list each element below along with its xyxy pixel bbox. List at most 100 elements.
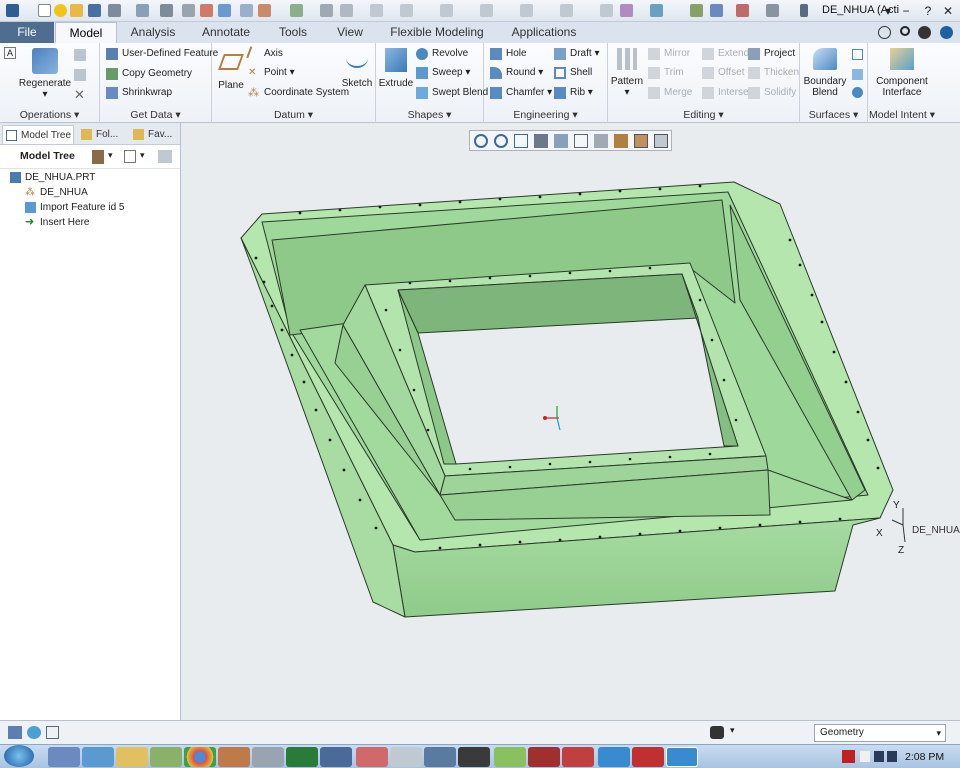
style-icon[interactable] [852,69,863,80]
round-button[interactable]: Round ▾ [490,65,543,81]
navigator-toggle-icon[interactable] [8,726,22,739]
taskbar-app-12[interactable] [424,747,456,767]
tray-volume-icon[interactable] [887,751,897,762]
taskbar-creo[interactable] [666,747,698,767]
minimize-ribbon-icon[interactable] [918,26,931,39]
tree-item-part[interactable]: DE_NHUA.PRT [10,170,95,185]
filter-icon[interactable] [158,150,172,163]
open-folder-icon[interactable] [70,4,83,17]
app-icon[interactable] [6,4,19,17]
offset-button[interactable]: Offset [702,65,745,81]
taskbar-app-3[interactable] [116,747,148,767]
rib-button[interactable]: Rib ▾ [554,85,593,101]
tool-icon-1[interactable] [200,4,213,17]
swept-blend-button[interactable]: Swept Blend [416,85,488,101]
taskbar-excel[interactable] [286,747,318,767]
tab-flexible-modeling[interactable]: Flexible Modeling [378,22,496,43]
freestyle-icon[interactable] [852,87,863,98]
windows-icon[interactable] [160,4,173,17]
shrinkwrap-button[interactable]: Shrinkwrap [106,85,172,101]
tab-favorites[interactable]: Fav... [130,125,178,144]
model-intent-label[interactable]: Model Intent ▾ [868,109,936,121]
tool-icon-10[interactable] [440,4,453,17]
get-data-label[interactable]: Get Data ▾ [100,109,211,121]
fill-icon[interactable] [852,49,863,60]
tab-model-tree[interactable]: Model Tree [2,125,74,144]
paste-icon[interactable] [74,69,86,81]
tool-icon-2[interactable] [218,4,231,17]
boundary-blend-button[interactable]: Boundary Blend [802,48,848,98]
tab-model[interactable]: Model [55,22,117,43]
close-button[interactable]: ✕ [940,3,956,19]
settings-icon[interactable] [92,150,104,164]
tab-annotate[interactable]: Annotate [190,22,262,43]
project-button[interactable]: Project [748,46,795,62]
copy-icon[interactable] [74,49,86,61]
tool-icon-16[interactable] [650,4,663,17]
merge-button[interactable]: Merge [648,85,692,101]
taskbar-app-18[interactable] [632,747,664,767]
tool-icon-11[interactable] [480,4,493,17]
find-icon[interactable] [710,726,724,739]
taskbar-app-1[interactable] [48,747,80,767]
start-button[interactable] [4,745,34,767]
tool-icon-17[interactable] [690,4,703,17]
extrude-button[interactable]: Extrude [378,48,414,89]
hole-button[interactable]: Hole [490,46,527,62]
tray-flag-icon[interactable] [860,751,870,762]
tool-icon-14[interactable] [600,4,613,17]
minimize-button[interactable]: − [898,3,914,19]
sketch-button[interactable]: Sketch [340,48,374,89]
help-icon[interactable] [878,26,891,39]
settings-dropdown-icon[interactable]: ▾ [108,150,113,161]
axis-button[interactable]: Axis [246,46,283,62]
plane-button[interactable]: Plane [214,50,248,91]
taskbar-chrome[interactable] [184,747,216,767]
find-dropdown-icon[interactable]: ▾ [730,725,735,736]
tool-icon-13[interactable] [560,4,573,17]
revolve-button[interactable]: Revolve [416,46,468,62]
taskbar-app-11[interactable] [390,747,422,767]
copy-geometry-button[interactable]: Copy Geometry [106,66,192,82]
thicken-button[interactable]: Thicken [748,65,799,81]
datum-label[interactable]: Datum ▾ [212,109,375,121]
shell-button[interactable]: Shell [554,65,592,81]
smiley-icon[interactable] [54,4,67,17]
surfaces-label[interactable]: Surfaces ▾ [800,109,867,121]
graphics-window[interactable]: X Y Z DE_NHUA [182,123,960,720]
taskbar-app-6[interactable] [218,747,250,767]
tray-network-icon[interactable] [874,751,884,762]
taskbar-app-2[interactable] [82,747,114,767]
undo-icon[interactable] [108,4,121,17]
tray-v-icon[interactable] [842,750,855,763]
new-file-icon[interactable] [38,4,51,17]
tool-icon-7[interactable] [340,4,353,17]
trim-button[interactable]: Trim [648,65,684,81]
coordinate-system-button[interactable]: ⁂ Coordinate System [248,85,349,101]
engineering-label[interactable]: Engineering ▾ [484,109,607,121]
tool-icon-9[interactable] [400,4,413,17]
taskbar-app-15[interactable] [528,747,560,767]
mirror-button[interactable]: Mirror [648,46,690,62]
tab-analysis[interactable]: Analysis [118,22,188,43]
a-icon[interactable]: A [4,47,16,59]
point-button[interactable]: ✕ Point ▾ [248,65,295,81]
tab-folder-browser[interactable]: Fol... [78,125,126,144]
taskbar-app-16[interactable] [562,747,594,767]
browser-toggle-icon[interactable] [27,726,41,739]
tree-item-import-feature[interactable]: Import Feature id 5 [25,200,124,215]
selection-filter-select[interactable]: Geometry ▾ [814,724,946,742]
tree-item-insert-here[interactable]: ➜ Insert Here [25,215,89,230]
delete-icon[interactable]: ✕ [74,87,85,103]
tool-icon-4[interactable] [258,4,271,17]
tab-applications[interactable]: Applications [498,22,590,43]
sweep-button[interactable]: Sweep ▾ [416,65,470,81]
show-icon[interactable] [124,150,136,163]
tab-file[interactable]: File [0,22,54,43]
clock-time[interactable]: 2:08 PM [905,751,944,763]
taskbar-app-14[interactable] [494,747,526,767]
operations-label[interactable]: Operations ▾ [0,109,99,121]
regenerate-button[interactable]: Regenerate ▾ [18,48,72,100]
tool-icon-6[interactable] [320,4,333,17]
shapes-label[interactable]: Shapes ▾ [376,109,483,121]
